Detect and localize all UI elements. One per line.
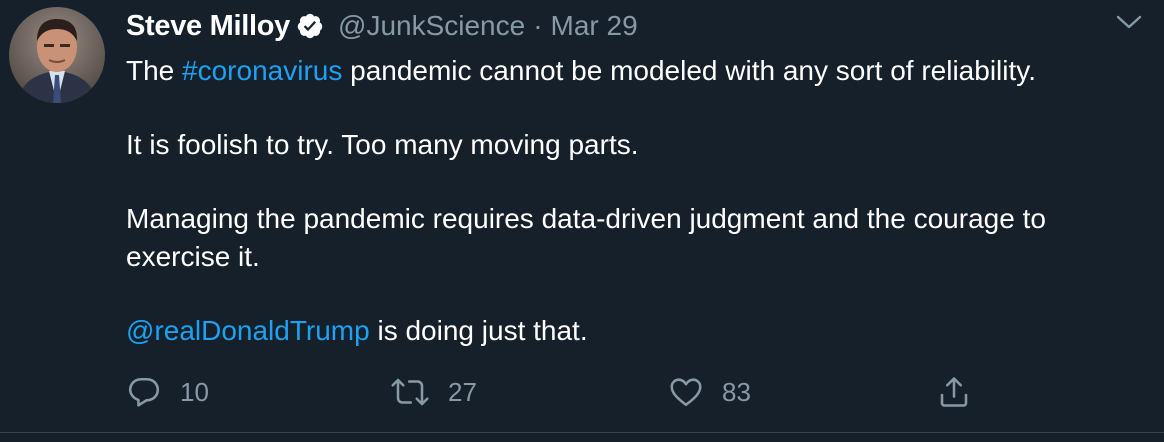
- share-button[interactable]: [936, 374, 972, 410]
- tweet-paragraph: @realDonaldTrump is doing just that.: [126, 312, 1136, 350]
- text-segment: It is foolish to try. Too many moving pa…: [126, 129, 639, 160]
- tweet-header: Steve Milloy @JunkScience · Mar 29: [126, 8, 638, 44]
- author-name[interactable]: Steve Milloy: [126, 10, 290, 43]
- chevron-down-icon[interactable]: [1112, 8, 1146, 36]
- text-segment: The: [126, 55, 183, 86]
- tweet-date[interactable]: Mar 29: [551, 10, 638, 41]
- reply-count: 10: [180, 376, 209, 407]
- tweet-card[interactable]: Steve Milloy @JunkScience · Mar 29 The #co…: [0, 0, 1164, 442]
- like-count: 83: [722, 376, 751, 407]
- tweet-paragraph: The #coronavirus pandemic cannot be mode…: [126, 52, 1136, 90]
- tweet-paragraph: It is foolish to try. Too many moving pa…: [126, 126, 1136, 164]
- meta-separator: ·: [533, 10, 543, 41]
- reply-icon: [126, 374, 162, 410]
- like-button[interactable]: 83: [668, 374, 751, 410]
- tweet-meta: @JunkScience · Mar 29: [338, 10, 638, 42]
- text-segment: Managing the pandemic requires data-driv…: [126, 203, 1046, 272]
- avatar[interactable]: [9, 7, 105, 103]
- retweet-count: 27: [448, 376, 477, 407]
- text-segment: is doing just that.: [369, 315, 588, 346]
- hashtag-link[interactable]: #coronavirus: [182, 55, 342, 86]
- author-handle[interactable]: @JunkScience: [338, 10, 525, 41]
- retweet-icon: [390, 374, 430, 410]
- reply-button[interactable]: 10: [126, 374, 209, 410]
- verified-badge-icon: [296, 12, 324, 40]
- mention-link[interactable]: @realDonaldTrump: [126, 315, 370, 346]
- share-icon: [936, 374, 972, 410]
- text-segment: pandemic cannot be modeled with any sort…: [342, 55, 1036, 86]
- divider: [0, 432, 1164, 433]
- retweet-button[interactable]: 27: [390, 374, 477, 410]
- tweet-paragraph: Managing the pandemic requires data-driv…: [126, 200, 1136, 276]
- tweet-text: The #coronavirus pandemic cannot be mode…: [126, 52, 1136, 350]
- heart-icon: [668, 374, 704, 410]
